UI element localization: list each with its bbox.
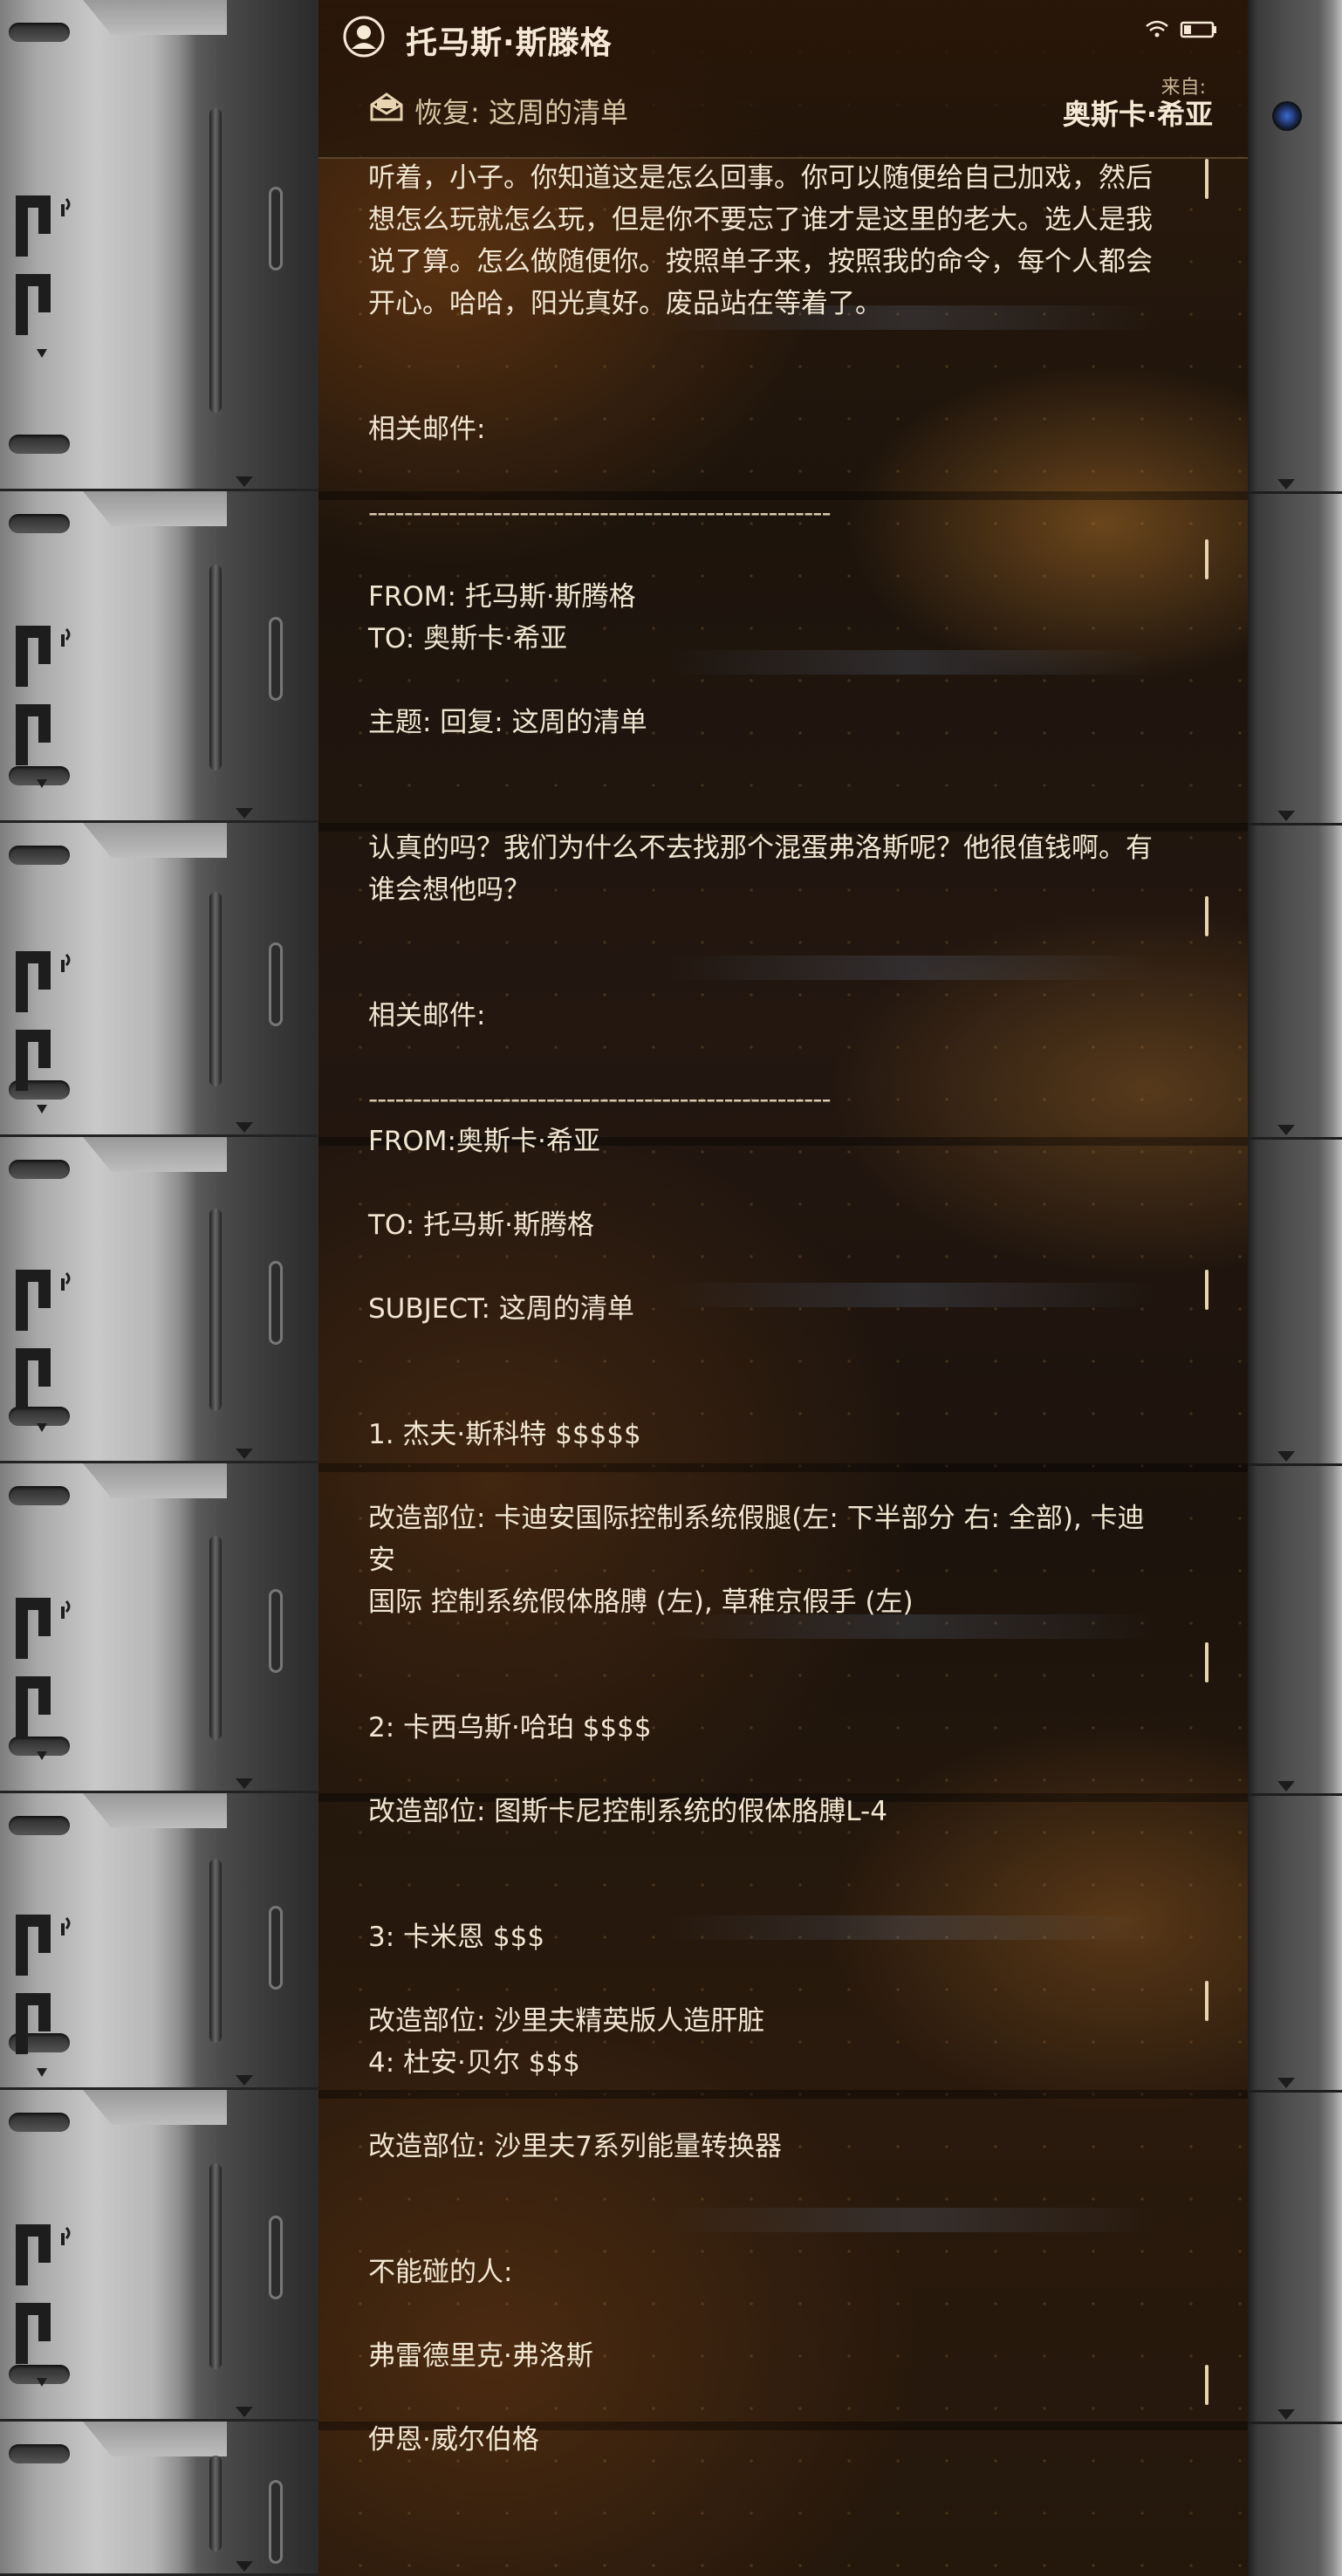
scroll-indicator[interactable] <box>1205 896 1208 936</box>
separator-line: ----------------------------------------… <box>368 497 832 529</box>
body-line <box>368 1623 1171 1665</box>
right-device-frame <box>1248 0 1342 2576</box>
body-line: 2: 卡西乌斯·哈珀 $$$$ <box>368 1712 652 1744</box>
email-header: 托马斯·斯滕格 恢复: 这周的清单 来自: 奥斯卡·希亚 <box>318 0 1248 159</box>
body-line: FROM: 托马斯·斯腾格 <box>368 581 636 613</box>
body-line: 谁会想他吗？ <box>368 874 531 906</box>
body-line <box>368 1958 1171 2000</box>
frame-divider <box>1248 1137 1342 1140</box>
frame-panel <box>0 0 318 491</box>
from-name: 奥斯卡·希亚 <box>1062 98 1213 131</box>
body-line <box>368 1162 1171 1204</box>
scroll-indicator[interactable] <box>1205 1981 1208 2021</box>
body-line <box>368 1330 1171 1372</box>
body-line <box>368 1665 1171 1707</box>
body-line <box>368 1456 1171 1497</box>
scroll-indicator[interactable] <box>1205 539 1208 579</box>
frame-panel <box>0 1463 318 1793</box>
body-line: 1. 杰夫·斯科特 $$$$$ <box>368 1419 641 1450</box>
body-line: 伊恩·威尔伯格 <box>368 2424 539 2456</box>
chevron-down-icon <box>1277 479 1295 490</box>
body-line: 改造部位: 沙里夫7系列能量转换器 <box>368 2131 783 2162</box>
open-envelope-icon <box>370 92 403 121</box>
body-line: 主题: 回复: 这周的清单 <box>368 707 647 738</box>
body-line: 国际 控制系统假体胳膊 (左), 草稚京假手 (左) <box>368 1586 914 1618</box>
chevron-down-icon <box>1277 2409 1295 2420</box>
chevron-down-icon <box>1277 2078 1295 2088</box>
body-line: SUBJECT: 这周的清单 <box>368 1293 634 1325</box>
body-line <box>368 2293 1171 2335</box>
body-line: 相关邮件: <box>368 414 486 445</box>
body-line <box>368 1833 1171 1874</box>
body-line: 4: 杜安·贝尔 $$$ <box>368 2047 580 2079</box>
body-line <box>368 1037 1171 1079</box>
wifi-icon <box>1146 20 1168 38</box>
body-line: 改造部位: 图斯卡尼控制系统的假体胳膊L-4 <box>368 1796 887 1827</box>
frame-panel <box>0 823 318 1137</box>
body-line <box>368 2209 1171 2251</box>
body-line <box>368 1246 1171 1288</box>
frame-panel <box>0 1793 318 2090</box>
body-line <box>368 2377 1171 2419</box>
body-line: 开心。哈哈，阳光真好。废品站在等着了。 <box>368 288 882 319</box>
body-line <box>368 2168 1171 2209</box>
body-line: 说了算。怎么做随便你。按照单子来，按照我的命令，每个人都会 <box>368 246 1153 277</box>
frame-panel <box>0 1137 318 1463</box>
user-circle-icon[interactable] <box>343 16 385 58</box>
body-line: 改造部位: 卡迪安国际控制系统假腿(左: 下半部分 右: 全部), 卡迪安 <box>368 1503 1145 1576</box>
scroll-indicator[interactable] <box>1205 159 1208 199</box>
body-line <box>368 911 1171 953</box>
body-line: 改造部位: 沙里夫精英版人造肝脏 <box>368 2005 765 2037</box>
frame-divider <box>1248 491 1342 494</box>
body-line <box>368 450 1171 492</box>
body-line <box>368 534 1171 576</box>
camera-icon <box>1272 101 1302 131</box>
body-line: TO: 奥斯卡·希亚 <box>368 623 567 654</box>
email-screen[interactable]: 托马斯·斯滕格 恢复: 这周的清单 来自: 奥斯卡·希亚 听着，小子。你知道这是… <box>318 0 1248 2576</box>
body-line <box>368 367 1171 408</box>
body-line <box>368 953 1171 995</box>
separator-line: ----------------------------------------… <box>368 1084 832 1115</box>
chevron-down-icon <box>1277 1451 1295 1462</box>
frame-divider <box>1248 1793 1342 1796</box>
body-line: 相关邮件: <box>368 1000 486 1031</box>
chevron-down-icon <box>1277 1781 1295 1792</box>
sender-name: 托马斯·斯滕格 <box>406 25 613 61</box>
email-body: 听着，小子。你知道这是怎么回事。你可以随便给自己加戏，然后 想怎么玩就怎么玩，但是… <box>368 157 1171 2461</box>
chevron-down-icon <box>1277 1125 1295 1135</box>
body-line <box>368 743 1171 785</box>
body-line <box>368 325 1171 367</box>
frame-divider <box>1248 823 1342 826</box>
body-line <box>368 2084 1171 2126</box>
scroll-indicator[interactable] <box>1205 1642 1208 1682</box>
body-line <box>368 660 1171 702</box>
scroll-indicator[interactable] <box>1205 1270 1208 1310</box>
frame-divider <box>1248 2090 1342 2093</box>
battery-icon <box>1180 21 1216 38</box>
body-line <box>368 1372 1171 1414</box>
chevron-down-icon <box>1277 811 1295 821</box>
scroll-indicator[interactable] <box>1205 2365 1208 2405</box>
body-line: TO: 托马斯·斯腾格 <box>368 1209 594 1241</box>
body-line: 3: 卡米恩 $$$ <box>368 1922 545 1953</box>
body-line: 听着，小子。你知道这是怎么回事。你可以随便给自己加戏，然后 <box>368 162 1153 194</box>
frame-panel <box>0 491 318 823</box>
body-line <box>368 785 1171 827</box>
body-line <box>368 1874 1171 1916</box>
left-device-frame <box>0 0 318 2576</box>
frame-panel <box>0 2422 318 2576</box>
frame-divider <box>1248 1463 1342 1466</box>
frame-divider <box>1248 2422 1342 2424</box>
body-line: 认真的吗？我们为什么不去找那个混蛋弗洛斯呢？他很值钱啊。有 <box>368 832 1153 864</box>
status-bar-icons <box>1146 20 1216 38</box>
email-subject: 恢复: 这周的清单 <box>414 96 628 129</box>
body-line: 弗雷德里克·弗洛斯 <box>368 2340 593 2372</box>
body-line <box>368 1749 1171 1791</box>
frame-panel <box>0 2090 318 2422</box>
body-line: FROM:奥斯卡·希亚 <box>368 1126 600 1157</box>
body-line: 不能碰的人: <box>368 2257 513 2288</box>
body-line: 想怎么玩就怎么玩，但是你不要忘了谁才是这里的老大。选人是我 <box>368 204 1153 236</box>
